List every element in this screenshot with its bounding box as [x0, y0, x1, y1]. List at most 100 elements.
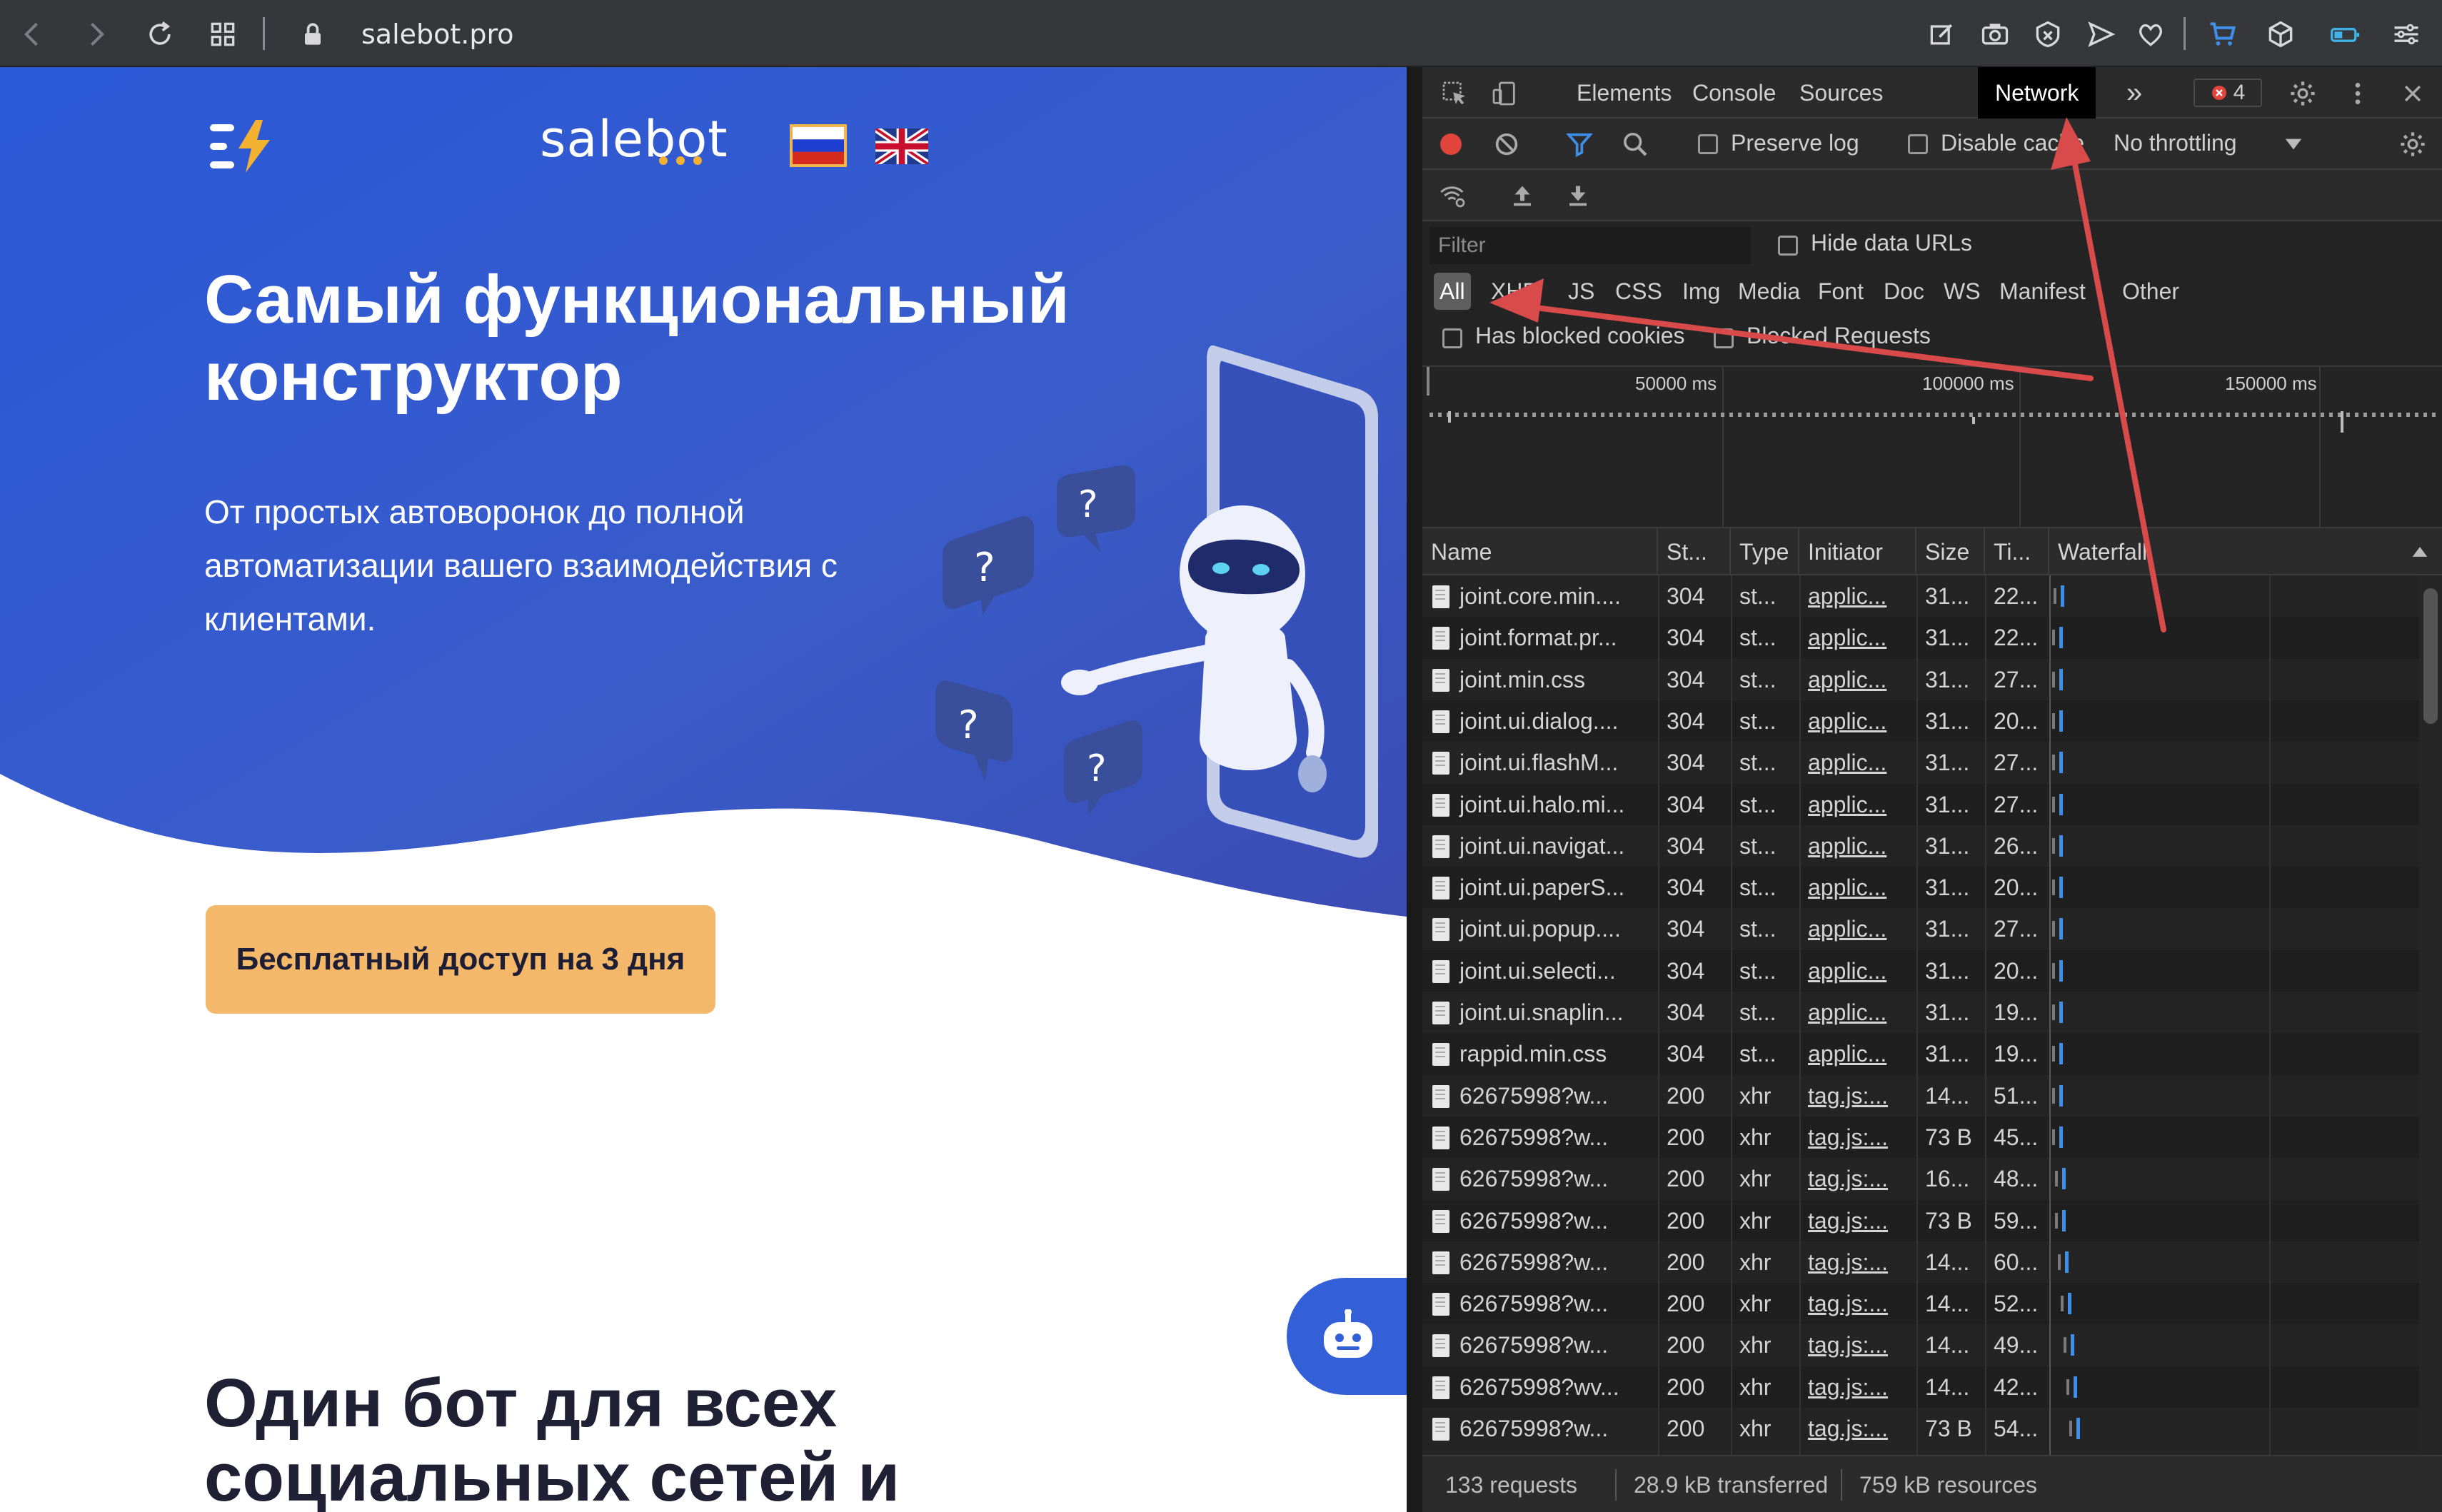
request-row[interactable]: joint.ui.flashM... 304 st... applic... 31...… [1422, 742, 2442, 783]
devtools-menu-button[interactable] [2343, 77, 2372, 110]
request-initiator[interactable]: tag.js:... [1799, 1324, 1916, 1366]
request-name[interactable]: 62675998?w... [1451, 1200, 1658, 1241]
sort-ascending-button[interactable] [2409, 541, 2431, 563]
type-filter-font[interactable]: Font [1812, 273, 1869, 310]
free-trial-button[interactable]: Бесплатный доступ на 3 дня [206, 905, 715, 1014]
request-initiator[interactable]: applic... [1799, 784, 1916, 825]
request-name[interactable]: joint.ui.dialog.... [1451, 700, 1658, 742]
column-initiator[interactable]: Initiator [1799, 528, 1916, 575]
request-row[interactable]: joint.core.min.... 304 st... applic... 31...… [1422, 575, 2442, 617]
cube-extension-button[interactable] [2259, 13, 2302, 56]
request-row[interactable]: 62675998?w... 200 xhr tag.js:... 14... 60... [1422, 1241, 2442, 1283]
request-row[interactable]: 62675998?w... 200 xhr tag.js:... 14... 52... [1422, 1283, 2442, 1325]
request-name[interactable]: joint.ui.selecti... [1451, 950, 1658, 992]
request-initiator[interactable]: applic... [1799, 659, 1916, 700]
request-name[interactable]: 62675998?w... [1451, 1408, 1658, 1449]
network-overview-timeline[interactable]: 50000 ms 100000 ms 150000 ms [1422, 367, 2442, 528]
column-size[interactable]: Size [1916, 528, 1985, 575]
request-initiator[interactable]: applic... [1799, 908, 1916, 949]
request-initiator[interactable]: applic... [1799, 950, 1916, 992]
type-filter-all[interactable]: All [1434, 273, 1471, 310]
device-toolbar-button[interactable] [1488, 77, 1521, 110]
type-filter-media[interactable]: Media [1732, 273, 1806, 310]
request-initiator[interactable]: tag.js:... [1799, 1283, 1916, 1324]
column-status[interactable]: St... [1658, 528, 1731, 575]
request-row[interactable]: 62675998?w... 200 xhr tag.js:... 14... 49... [1422, 1324, 2442, 1366]
request-initiator[interactable]: applic... [1799, 742, 1916, 783]
type-filter-ws[interactable]: WS [1938, 273, 1986, 310]
request-name[interactable]: joint.ui.paperS... [1451, 867, 1658, 908]
request-initiator[interactable]: applic... [1799, 992, 1916, 1033]
request-row[interactable]: joint.min.css 304 st... applic... 31... 27... [1422, 659, 2442, 700]
request-initiator[interactable]: tag.js:... [1799, 1241, 1916, 1283]
panel-splitter[interactable] [1407, 67, 1422, 1512]
request-row[interactable]: 62675998?w... 200 xhr tag.js:... 73 B 54... [1422, 1408, 2442, 1449]
forward-button[interactable] [74, 13, 117, 56]
favorites-button[interactable] [2129, 13, 2172, 56]
request-row[interactable]: 62675998?w... 200 xhr tag.js:... 14... 51... [1422, 1075, 2442, 1117]
lock-button[interactable] [291, 13, 334, 56]
request-name[interactable]: 62675998?w... [1451, 1158, 1658, 1199]
request-name[interactable]: joint.min.css [1451, 659, 1658, 700]
has-blocked-cookies-checkbox[interactable] [1442, 328, 1462, 348]
request-row[interactable]: joint.format.pr... 304 st... applic... 31...… [1422, 617, 2442, 659]
filter-input[interactable] [1429, 227, 1751, 264]
request-row[interactable]: joint.ui.paperS... 304 st... applic... 31...… [1422, 867, 2442, 909]
request-name[interactable]: joint.ui.navigat... [1451, 825, 1658, 867]
tabs-grid-button[interactable] [201, 13, 244, 56]
request-name[interactable]: 62675998?w... [1451, 1324, 1658, 1366]
request-row[interactable]: joint.ui.selecti... 304 st... applic... 31..… [1422, 949, 2442, 992]
request-initiator[interactable]: tag.js:... [1799, 1366, 1916, 1408]
request-row[interactable]: joint.ui.popup.... 304 st... applic... 31...… [1422, 908, 2442, 949]
settings-sliders-button[interactable] [2385, 13, 2428, 56]
column-name[interactable]: Name [1422, 528, 1658, 575]
clear-button[interactable] [1491, 128, 1522, 160]
request-initiator[interactable]: applic... [1799, 700, 1916, 742]
request-name[interactable]: 62675998?w... [1451, 1283, 1658, 1324]
request-initiator[interactable]: applic... [1799, 1033, 1916, 1074]
battery-button[interactable] [2323, 13, 2366, 56]
disable-cache-checkbox[interactable] [1908, 134, 1928, 154]
tab-network[interactable]: Network [1978, 67, 2096, 119]
request-row[interactable]: 62675998?w... 200 xhr tag.js:... 73 B 45... [1422, 1116, 2442, 1159]
throttling-dropdown-arrow[interactable] [2281, 131, 2306, 157]
filter-toggle-button[interactable] [1564, 128, 1595, 160]
type-filter-xhr[interactable]: XHR [1485, 273, 1545, 310]
type-filter-css[interactable]: CSS [1609, 273, 1668, 310]
reload-button[interactable] [139, 13, 181, 56]
search-button[interactable] [1619, 128, 1651, 160]
request-name[interactable]: joint.format.pr... [1451, 617, 1658, 658]
column-waterfall[interactable]: Waterfall [2049, 528, 2442, 575]
request-row[interactable]: 62675998?wv... 200 xhr tag.js:... 14... 42... [1422, 1366, 2442, 1408]
snapshot-button[interactable] [1974, 13, 2016, 56]
request-row[interactable]: 62675998?w... 200 xhr tag.js:... 16... 48... [1422, 1158, 2442, 1199]
request-row[interactable]: joint.ui.navigat... 304 st... applic... 31..… [1422, 825, 2442, 867]
request-name[interactable]: joint.ui.halo.mi... [1451, 784, 1658, 825]
type-filter-js[interactable]: JS [1562, 273, 1600, 310]
request-initiator[interactable]: tag.js:... [1799, 1117, 1916, 1158]
request-name[interactable]: rappid.min.css [1451, 1033, 1658, 1074]
request-name[interactable]: joint.ui.flashM... [1451, 742, 1658, 783]
request-name[interactable]: 62675998?wv... [1451, 1366, 1658, 1408]
request-name[interactable]: joint.ui.snaplin... [1451, 992, 1658, 1033]
back-button[interactable] [11, 13, 54, 56]
request-initiator[interactable]: tag.js:... [1799, 1158, 1916, 1199]
request-row[interactable]: 62675998?w... 200 xhr tag.js:... 73 B 59... [1422, 1199, 2442, 1241]
chat-widget-button[interactable] [1287, 1278, 1407, 1395]
address-bar[interactable]: salebot.pro [361, 13, 514, 56]
uk-flag-icon[interactable] [875, 128, 928, 164]
tab-console[interactable]: Console [1675, 67, 1793, 119]
inspect-element-button[interactable] [1438, 77, 1471, 110]
more-tabs-button[interactable]: » [2109, 67, 2159, 119]
request-initiator[interactable]: tag.js:... [1799, 1200, 1916, 1241]
column-time[interactable]: Ti... [1985, 528, 2049, 575]
type-filter-doc[interactable]: Doc [1878, 273, 1930, 310]
request-initiator[interactable]: applic... [1799, 575, 1916, 617]
request-initiator[interactable]: tag.js:... [1799, 1408, 1916, 1449]
request-name[interactable]: 62675998?w... [1451, 1117, 1658, 1158]
request-row[interactable]: rappid.min.css 304 st... applic... 31... 19..… [1422, 1033, 2442, 1075]
close-devtools-button[interactable] [2396, 77, 2429, 110]
request-row[interactable]: joint.ui.snaplin... 304 st... applic... 31..… [1422, 992, 2442, 1033]
request-initiator[interactable]: tag.js:... [1799, 1075, 1916, 1117]
russian-flag-icon[interactable] [790, 124, 847, 167]
